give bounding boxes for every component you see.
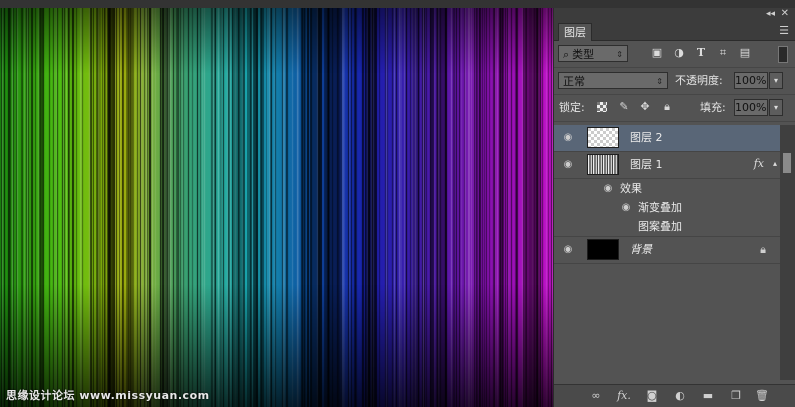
lock-label: 锁定:: [559, 101, 585, 114]
chevron-up-icon[interactable]: ▴: [773, 159, 777, 168]
panel-title-bar: ◂◂ ✕: [554, 8, 795, 22]
opacity-input[interactable]: 100%: [734, 72, 768, 89]
add-mask-icon[interactable]: ◙: [644, 388, 660, 404]
layer-row-layer2[interactable]: ◉ 图层 2: [554, 125, 780, 152]
fill-input[interactable]: 100%: [734, 99, 768, 116]
new-layer-icon[interactable]: ❐: [728, 388, 744, 404]
layer-row-background[interactable]: ◉ 背景 🔒︎: [554, 237, 780, 264]
panel-tab-row: 图层 ☰: [554, 22, 795, 41]
blend-row: 正常 ⇕ 不透明度: 100% ▾: [554, 68, 795, 95]
lock-position-icon[interactable]: ✥: [639, 101, 651, 113]
chevron-updown-icon: ⇕: [656, 77, 663, 86]
fill-dropdown-button[interactable]: ▾: [769, 99, 783, 116]
layer-thumbnail: [587, 127, 619, 148]
link-layers-icon[interactable]: ∞: [588, 388, 604, 404]
blend-mode-select[interactable]: 正常 ⇕: [558, 72, 668, 89]
fx-icon[interactable]: fx: [754, 157, 764, 170]
layer-row-layer1[interactable]: ◉ 图层 1 fx ▴: [554, 152, 780, 179]
smart-object-filter-icon[interactable]: ▤: [738, 46, 752, 60]
effect-row-pattern-overlay[interactable]: 图案叠加: [554, 217, 780, 236]
new-group-icon[interactable]: ▬: [700, 388, 716, 404]
layers-panel: ◂◂ ✕ 图层 ☰ ⌕ 类型 ⇕ ▣ ◑ T ⌗ ▤ 正常 ⇕ 不透明度: 100…: [553, 8, 795, 407]
layer-name[interactable]: 背景: [630, 242, 652, 258]
effect-label: 渐变叠加: [638, 201, 682, 214]
delete-layer-icon[interactable]: 🗑︎: [754, 388, 770, 404]
collapse-panel-icon[interactable]: ◂◂: [766, 9, 775, 19]
adjustment-filter-icon[interactable]: ◑: [672, 46, 686, 60]
effect-row-gradient-overlay[interactable]: ◉ 渐变叠加: [554, 198, 780, 217]
search-icon: ⌕: [563, 48, 570, 61]
eye-icon[interactable]: ◉: [562, 132, 574, 144]
panel-menu-icon[interactable]: ☰: [779, 24, 789, 37]
eye-icon[interactable]: ◉: [620, 202, 632, 214]
lock-image-pixels-icon[interactable]: ✎: [618, 101, 630, 113]
watermark-text: 思缘设计论坛 www.missyuan.com: [6, 389, 210, 402]
eye-icon[interactable]: ◉: [602, 183, 614, 195]
effects-row[interactable]: ◉ 效果: [554, 179, 780, 198]
striped-image: [0, 0, 553, 407]
layer-thumbnail: [587, 239, 619, 260]
opacity-dropdown-button[interactable]: ▾: [769, 72, 783, 89]
blend-mode-value: 正常: [563, 75, 585, 88]
filter-row: ⌕ 类型 ⇕ ▣ ◑ T ⌗ ▤: [554, 41, 795, 68]
effects-label: 效果: [620, 182, 642, 195]
new-adjustment-layer-icon[interactable]: ◐: [672, 388, 688, 404]
fill-label: 填充:: [700, 101, 726, 114]
layer-effects-group: ◉ 效果 ◉ 渐变叠加 图案叠加: [554, 179, 780, 237]
effect-label: 图案叠加: [638, 220, 682, 233]
shape-filter-icon[interactable]: ⌗: [716, 46, 730, 60]
layer-thumbnail: [587, 154, 619, 175]
close-panel-icon[interactable]: ✕: [781, 8, 789, 19]
document-canvas[interactable]: 思缘设计论坛 www.missyuan.com: [0, 0, 553, 407]
scrollbar-thumb[interactable]: [783, 153, 791, 173]
layers-scrollbar[interactable]: [780, 125, 795, 380]
app-top-bar: [0, 0, 795, 8]
layer-name[interactable]: 图层 2: [630, 130, 663, 146]
type-filter-icon[interactable]: T: [694, 46, 708, 60]
panel-footer: ∞ fx. ◙ ◐ ▬ ❐ 🗑︎: [554, 384, 795, 407]
eye-icon[interactable]: ◉: [562, 244, 574, 256]
lock-transparent-pixels-icon[interactable]: [597, 102, 607, 112]
chevron-updown-icon: ⇕: [616, 50, 623, 59]
layer-name[interactable]: 图层 1: [630, 157, 663, 173]
lock-icon: 🔒︎: [760, 243, 766, 256]
filter-kind-label: 类型: [572, 48, 595, 61]
filter-kind-select[interactable]: ⌕ 类型 ⇕: [558, 45, 628, 62]
opacity-label: 不透明度:: [675, 74, 723, 87]
lock-row: 锁定: ✎ ✥ 🔒︎ 填充: 100% ▾: [554, 95, 795, 122]
tab-layers[interactable]: 图层: [558, 23, 592, 41]
add-style-icon[interactable]: fx.: [616, 388, 632, 404]
image-filter-icon[interactable]: ▣: [650, 46, 664, 60]
lock-all-icon[interactable]: 🔒︎: [661, 101, 673, 113]
eye-icon[interactable]: ◉: [562, 159, 574, 171]
layers-list: ◉ 图层 2 ◉ 图层 1 fx ▴ ◉ 效果 ◉ 渐变叠加 图案叠加 ◉ 背景…: [554, 125, 780, 380]
filter-toggle-switch[interactable]: [778, 46, 788, 63]
